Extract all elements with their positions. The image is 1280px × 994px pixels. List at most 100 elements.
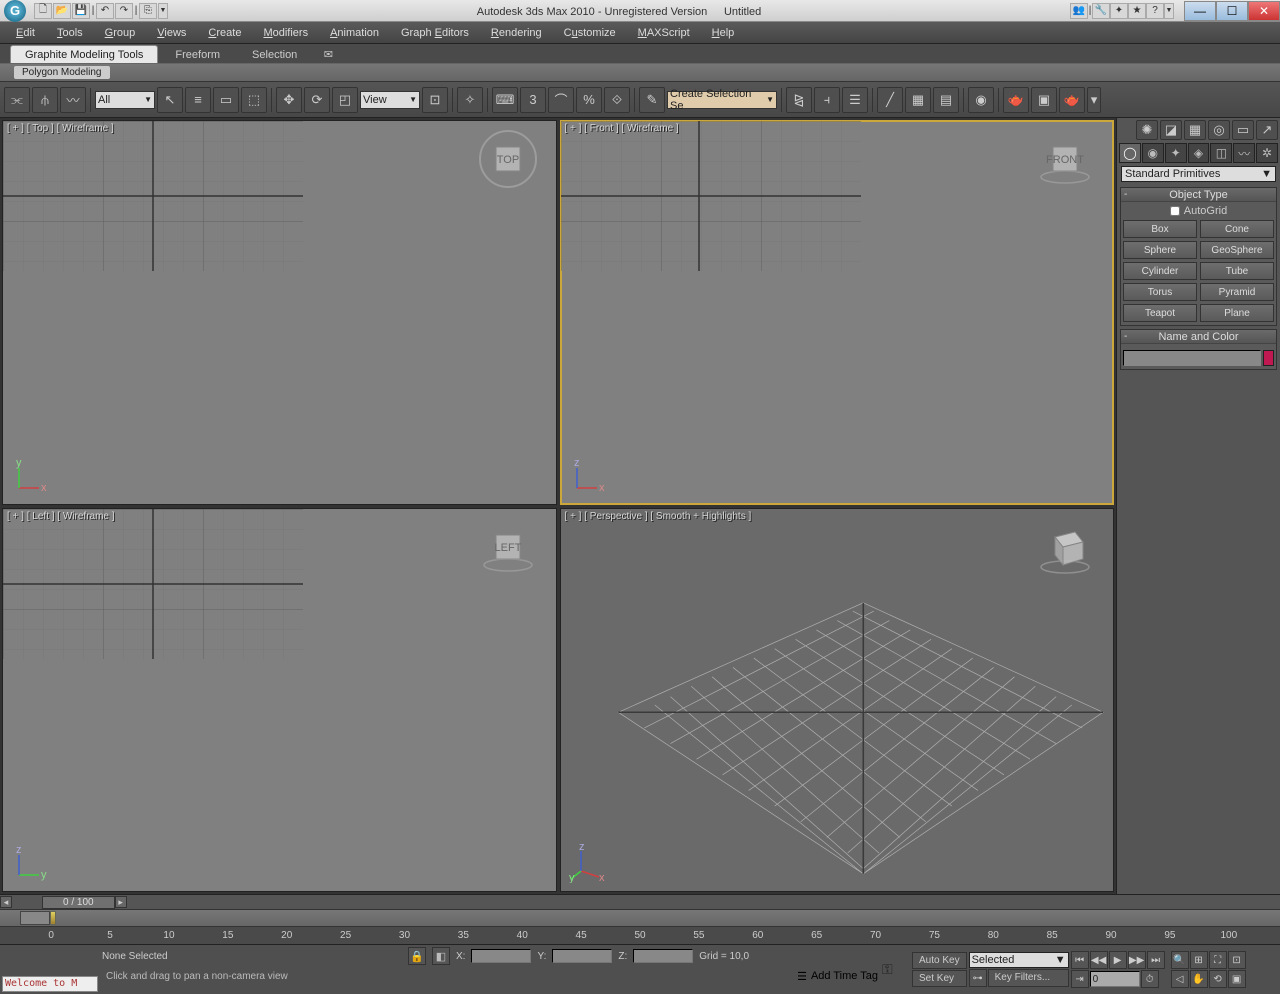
maxscript-mini-listener[interactable]: Welcome to M <box>2 976 98 992</box>
tube-button[interactable]: Tube <box>1200 262 1274 280</box>
help-dropdown-icon[interactable]: ▼ <box>1164 3 1174 19</box>
shapes-tab-icon[interactable]: ◉ <box>1142 143 1164 163</box>
autogrid-input[interactable] <box>1170 206 1180 216</box>
help-icon[interactable]: ? <box>1146 3 1164 19</box>
communication-center-icon[interactable]: 👥 <box>1070 3 1088 19</box>
orbit-icon[interactable]: ⟲ <box>1209 970 1227 988</box>
menu-graph-editors[interactable]: Graph Editors <box>391 24 479 42</box>
undo-icon[interactable]: ↶ <box>96 3 114 19</box>
save-icon[interactable]: 💾 <box>72 3 90 19</box>
track-bar[interactable] <box>0 909 1280 927</box>
select-by-name-icon[interactable]: ≡ <box>185 87 211 113</box>
maximize-viewport-icon[interactable]: ▣ <box>1228 970 1246 988</box>
toolbar-overflow-icon[interactable]: ▾ <box>1087 87 1101 113</box>
unlink-tool-icon[interactable]: ⫛ <box>32 87 58 113</box>
zoom-extents-icon[interactable]: ⛶ <box>1209 951 1227 969</box>
zoom-icon[interactable]: 🔍 <box>1171 951 1189 969</box>
spacewarps-tab-icon[interactable]: 〰 <box>1233 143 1255 163</box>
helpers-tab-icon[interactable]: ◫ <box>1210 143 1232 163</box>
star-icon[interactable]: ★ <box>1128 3 1146 19</box>
torus-button[interactable]: Torus <box>1123 283 1197 301</box>
key-filters-button[interactable]: Key Filters... <box>988 969 1069 987</box>
manipulate-icon[interactable]: ✧ <box>457 87 483 113</box>
next-frame-icon[interactable]: ▶▶ <box>1128 951 1146 969</box>
cp-util6-icon[interactable]: ↗ <box>1256 120 1278 140</box>
viewport-perspective[interactable]: [ + ] [ Perspective ] [ Smooth + Highlig… <box>560 508 1115 893</box>
menu-modifiers[interactable]: Modifiers <box>253 24 318 42</box>
autogrid-checkbox[interactable]: AutoGrid <box>1123 205 1274 217</box>
geosphere-button[interactable]: GeoSphere <box>1200 241 1274 259</box>
pivot-center-icon[interactable]: ⊡ <box>422 87 448 113</box>
menu-create[interactable]: Create <box>198 24 251 42</box>
keyboard-shortcut-icon[interactable]: ⌨ <box>492 87 518 113</box>
menu-help[interactable]: Help <box>702 24 745 42</box>
bind-space-warp-icon[interactable]: 〰 <box>60 87 86 113</box>
tab-selection[interactable]: Selection <box>237 45 312 63</box>
set-key-large-icon[interactable]: ⊶ <box>969 969 987 987</box>
angle-snap-icon[interactable]: ⌒ <box>548 87 574 113</box>
primitive-category-combo[interactable]: Standard Primitives▼ <box>1121 166 1276 182</box>
rectangular-region-icon[interactable]: ▭ <box>213 87 239 113</box>
curve-editor-icon[interactable]: ╱ <box>877 87 903 113</box>
prev-frame-icon[interactable]: ◀◀ <box>1090 951 1108 969</box>
layer-manager-icon[interactable]: ☰ <box>842 87 868 113</box>
search-icon[interactable]: 🔧 <box>1092 3 1110 19</box>
percent-snap-icon[interactable]: % <box>576 87 602 113</box>
cp-util3-icon[interactable]: ▦ <box>1184 120 1206 140</box>
ref-coord-combo[interactable]: View▼ <box>360 91 420 109</box>
material-editor-icon[interactable]: ◉ <box>968 87 994 113</box>
select-object-icon[interactable]: ↖ <box>157 87 183 113</box>
snap-toggle-icon[interactable]: 3 <box>520 87 546 113</box>
cp-util4-icon[interactable]: ◎ <box>1208 120 1230 140</box>
object-color-swatch[interactable] <box>1263 350 1274 366</box>
set-key-button[interactable]: Set Key <box>912 970 967 987</box>
viewport-front[interactable]: [ + ] [ Front ] [ Wireframe ] FRONT x z <box>560 120 1115 505</box>
cone-button[interactable]: Cone <box>1200 220 1274 238</box>
favorites-icon[interactable]: ✦ <box>1110 3 1128 19</box>
schematic-view-icon[interactable]: ▤ <box>933 87 959 113</box>
menu-rendering[interactable]: Rendering <box>481 24 552 42</box>
mirror-icon[interactable]: ⧎ <box>786 87 812 113</box>
systems-tab-icon[interactable]: ✲ <box>1256 143 1278 163</box>
auto-key-button[interactable]: Auto Key <box>912 952 967 969</box>
menu-animation[interactable]: Animation <box>320 24 389 42</box>
app-logo-icon[interactable]: G <box>4 0 26 22</box>
zoom-all-icon[interactable]: ⊞ <box>1190 951 1208 969</box>
cameras-tab-icon[interactable]: ◈ <box>1188 143 1210 163</box>
rollout-header[interactable]: -Name and Color <box>1121 330 1276 344</box>
box-button[interactable]: Box <box>1123 220 1197 238</box>
align-icon[interactable]: ⫞ <box>814 87 840 113</box>
link-tool-icon[interactable]: ⫘ <box>4 87 30 113</box>
redo-icon[interactable]: ↷ <box>115 3 133 19</box>
frame-indicator[interactable]: 0 / 100 <box>42 896 115 909</box>
cylinder-button[interactable]: Cylinder <box>1123 262 1197 280</box>
window-crossing-icon[interactable]: ⬚ <box>241 87 267 113</box>
viewport-label[interactable]: [ + ] [ Top ] [ Wireframe ] <box>7 123 114 134</box>
x-input[interactable] <box>471 949 531 963</box>
goto-end-icon[interactable]: ⏭ <box>1147 951 1165 969</box>
object-name-input[interactable] <box>1123 350 1261 366</box>
key-mode-toggle-icon[interactable]: ⇥ <box>1071 970 1089 988</box>
menu-group[interactable]: Group <box>95 24 146 42</box>
spinner-snap-icon[interactable]: ⟐ <box>604 87 630 113</box>
create-tab-icon[interactable]: ◯ <box>1119 143 1141 163</box>
minimize-button[interactable]: — <box>1184 1 1216 21</box>
track-slider-thumb[interactable] <box>50 911 56 925</box>
viewcube-icon[interactable]: LEFT <box>478 517 538 577</box>
link-icon[interactable]: ⎘ <box>139 3 157 19</box>
time-config-icon[interactable]: ⏱ <box>1141 970 1159 988</box>
cp-util2-icon[interactable]: ◪ <box>1160 120 1182 140</box>
close-button[interactable]: ✕ <box>1248 1 1280 21</box>
viewport-label[interactable]: [ + ] [ Left ] [ Wireframe ] <box>7 511 115 522</box>
scale-tool-icon[interactable]: ◰ <box>332 87 358 113</box>
menu-edit[interactable]: Edit <box>6 24 45 42</box>
menu-tools[interactable]: Tools <box>47 24 93 42</box>
new-icon[interactable]: 🗋 <box>34 3 52 19</box>
viewport-top[interactable]: [ + ] [ Top ] [ Wireframe ] TOP x y <box>2 120 557 505</box>
qat-dropdown-icon[interactable]: ▼ <box>158 3 168 19</box>
lights-tab-icon[interactable]: ✦ <box>1165 143 1187 163</box>
time-tag-icon[interactable]: ☰ <box>797 970 807 983</box>
pan-icon[interactable]: ✋ <box>1190 970 1208 988</box>
pyramid-button[interactable]: Pyramid <box>1200 283 1274 301</box>
isolate-icon[interactable]: ◧ <box>432 947 450 965</box>
